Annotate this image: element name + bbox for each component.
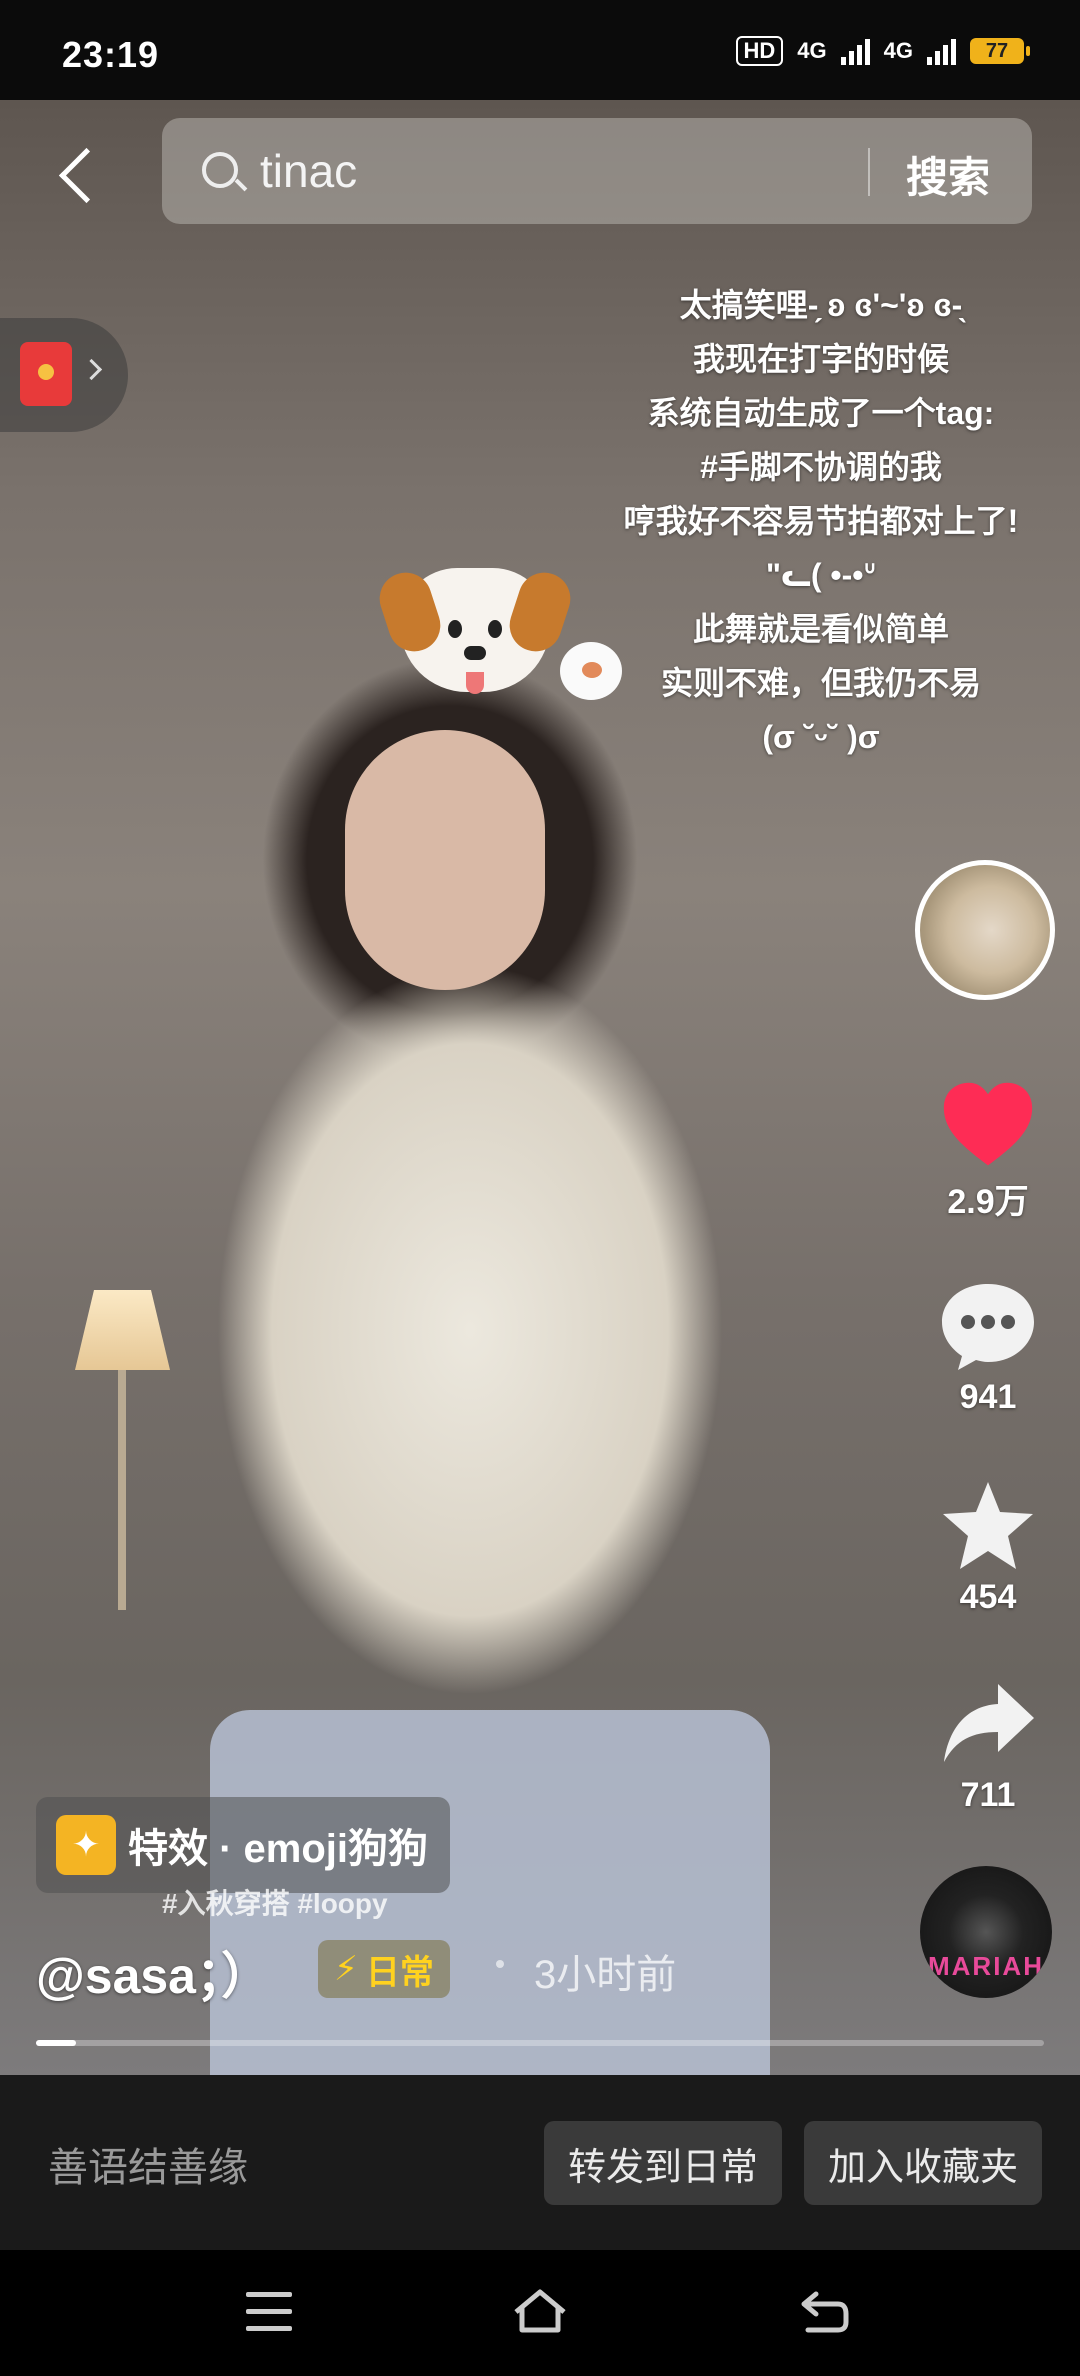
heart-icon[interactable] <box>940 1080 1036 1170</box>
daily-badge-label: 日常 <box>365 1953 434 1992</box>
search-input[interactable]: tinac <box>260 144 357 198</box>
author-name[interactable]: @sasa；） <box>36 1936 271 2008</box>
search-button[interactable]: 搜索 <box>906 144 990 205</box>
lightning-icon: ⚡ <box>334 1950 358 1988</box>
video-progress-fill <box>36 2040 77 2046</box>
favorite-action[interactable]: 454 <box>918 1478 1058 1617</box>
caption-line: 哼我好不容易节拍都对上了! <box>623 503 1019 539</box>
comment-icon[interactable] <box>938 1278 1038 1374</box>
share-action[interactable]: 711 <box>918 1676 1058 1815</box>
comment-bar: 善语结善缘 转发到日常 加入收藏夹 <box>0 2075 1080 2250</box>
signal-icon-2 <box>927 37 956 65</box>
music-disc-label: MARIAH <box>928 1951 1044 1981</box>
caption-line: 系统自动生成了一个tag: <box>647 395 995 431</box>
chevron-right-icon <box>80 358 103 381</box>
status-bar: 23:19 HD 4G 4G 77 <box>0 0 1080 100</box>
nav-back-icon[interactable] <box>798 2288 850 2334</box>
comment-count: 941 <box>959 1378 1017 1416</box>
comment-action[interactable]: 941 <box>918 1278 1058 1417</box>
search-bar[interactable]: tinac 搜索 <box>162 118 1032 224</box>
background-lamp-pole <box>118 1370 126 1610</box>
caption-line: (σ ˘ᵕ˘ )σ <box>762 719 880 755</box>
dog-emoji-sticker <box>372 565 578 694</box>
caption-line: "ᓚ( •‐•ᐡ <box>765 557 877 593</box>
sparkle-icon: ✦ <box>56 1815 116 1875</box>
caption-line: 太搞笑哩-̗ ʚ ɞ'~'ʚ ɞ-̖ <box>679 287 963 323</box>
search-divider <box>868 148 870 196</box>
effect-tag[interactable]: ✦ 特效 · emoji狗狗 <box>36 1797 451 1893</box>
share-icon[interactable] <box>938 1676 1038 1772</box>
music-disc[interactable]: MARIAH <box>920 1866 1052 1998</box>
effect-label: 特效 · emoji狗狗 <box>128 1827 429 1871</box>
add-to-favorites-button[interactable]: 加入收藏夹 <box>804 2121 1043 2205</box>
author-avatar[interactable] <box>915 860 1055 1000</box>
search-icon <box>202 152 238 188</box>
post-time: 3小时前 <box>534 1953 677 1997</box>
dog-eye-left <box>448 620 462 638</box>
background-lamp <box>75 1290 170 1370</box>
home-icon[interactable] <box>510 2286 570 2336</box>
comment-input[interactable]: 善语结善缘 <box>48 2135 248 2193</box>
caption-line: 此舞就是看似简单 <box>692 611 949 647</box>
battery-icon: 77 <box>970 38 1030 64</box>
person-face <box>345 730 545 990</box>
star-icon[interactable] <box>938 1478 1038 1574</box>
dog-eye-right <box>488 620 502 638</box>
caption-line: 我现在打字的时候 <box>692 341 949 377</box>
favorite-count: 454 <box>959 1578 1017 1616</box>
network-label-1: 4G <box>797 38 827 63</box>
red-packet-widget[interactable] <box>0 318 128 432</box>
like-count: 2.9万 <box>947 1183 1029 1221</box>
signal-icon <box>840 37 870 65</box>
video-progress-bar[interactable] <box>36 2040 1044 2046</box>
dog-nose <box>464 646 486 660</box>
system-nav-bar <box>0 2250 1080 2376</box>
back-icon[interactable] <box>55 140 99 210</box>
status-time: 23:19 <box>62 34 160 75</box>
separator-dot <box>496 1960 504 1968</box>
hashtags[interactable]: #入秋穿搭 #loopy <box>162 1882 388 1922</box>
caption-line: 实则不难，但我仍不易 <box>660 665 981 701</box>
caption-line: #手脚不协调的我 <box>700 449 942 485</box>
hd-badge: HD <box>735 36 784 66</box>
network-label-2: 4G <box>883 38 913 63</box>
like-action[interactable]: 2.9万 <box>918 1080 1058 1223</box>
share-count: 711 <box>960 1776 1016 1814</box>
video-caption: 太搞笑哩-̗ ʚ ɞ'~'ʚ ɞ-̖ 我现在打字的时候 系统自动生成了一个tag… <box>586 278 1056 764</box>
menu-icon[interactable] <box>246 2292 292 2331</box>
status-icons: HD 4G 4G 77 <box>735 36 1030 66</box>
daily-badge[interactable]: ⚡ 日常 <box>318 1940 450 1998</box>
red-packet-icon <box>20 342 72 406</box>
dog-tongue <box>466 672 484 694</box>
forward-to-daily-button[interactable]: 转发到日常 <box>544 2121 783 2205</box>
